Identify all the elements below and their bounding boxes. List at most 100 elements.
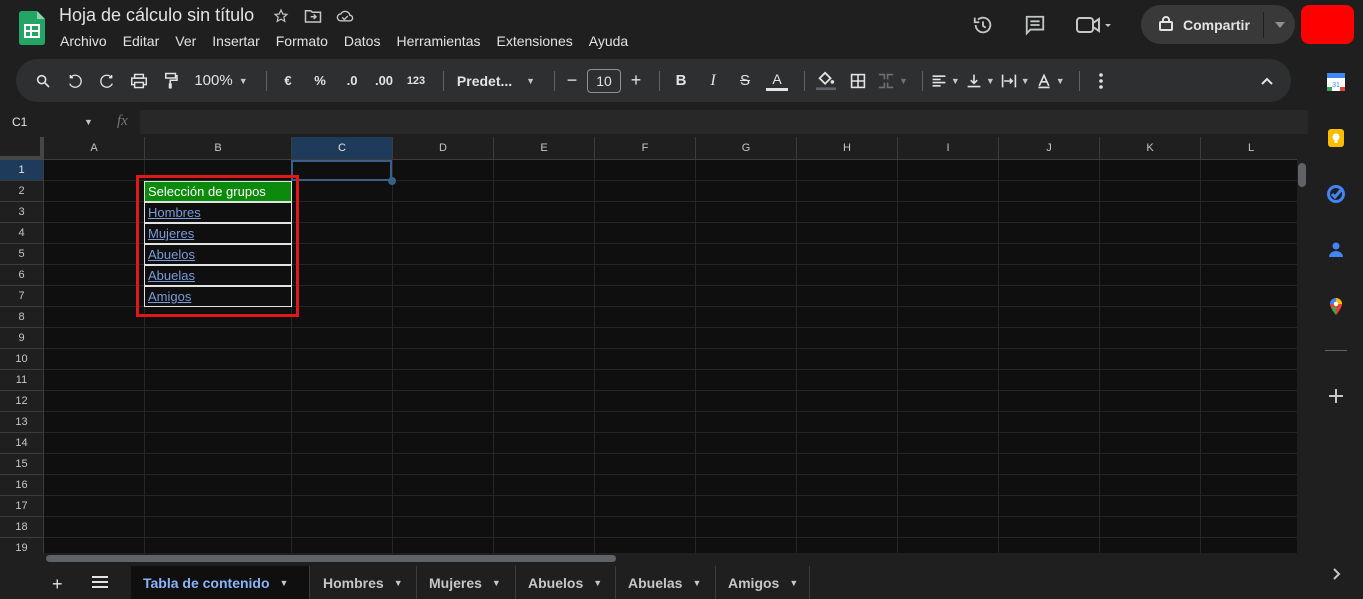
tab-abuelos[interactable]: Abuelos ▼	[516, 566, 616, 599]
row-header-7[interactable]: 7	[0, 286, 44, 307]
search-menus-icon[interactable]	[30, 67, 56, 95]
tab-mujeres[interactable]: Mujeres ▼	[417, 566, 516, 599]
vertical-align-icon[interactable]: ▼	[966, 67, 995, 95]
column-header-d[interactable]: D	[393, 137, 494, 160]
tab-amigos[interactable]: Amigos ▼	[716, 566, 810, 599]
column-header-g[interactable]: G	[696, 137, 797, 160]
decrease-decimals-button[interactable]: .0	[339, 67, 365, 95]
italic-icon[interactable]: I	[700, 67, 726, 95]
text-wrap-icon[interactable]: ▼	[1001, 67, 1030, 95]
row-header-3[interactable]: 3	[0, 202, 44, 223]
column-header-f[interactable]: F	[595, 137, 696, 160]
redo-icon[interactable]	[94, 67, 120, 95]
percent-format-button[interactable]: %	[307, 67, 333, 95]
history-icon[interactable]	[970, 12, 996, 38]
row-header-12[interactable]: 12	[0, 391, 44, 412]
add-sheet-icon[interactable]: +	[52, 574, 63, 595]
row-header-17[interactable]: 17	[0, 496, 44, 517]
spreadsheet-grid[interactable]: A B C D E F G H I J K L 1 2 3 4 5 6 7 8 …	[0, 137, 1297, 553]
collapse-toolbar-icon[interactable]	[1254, 67, 1280, 95]
calendar-icon[interactable]: 31	[1326, 72, 1346, 92]
column-header-b[interactable]: B	[145, 137, 292, 160]
row-header-11[interactable]: 11	[0, 370, 44, 391]
row-header-2[interactable]: 2	[0, 181, 44, 202]
column-header-k[interactable]: K	[1100, 137, 1201, 160]
text-rotation-icon[interactable]: ▼	[1036, 67, 1065, 95]
comments-icon[interactable]	[1022, 12, 1048, 38]
number-format-button[interactable]: 123	[403, 67, 429, 95]
sheets-logo-icon[interactable]	[19, 11, 45, 45]
name-box[interactable]: C1 ▼	[0, 110, 103, 134]
row-header-9[interactable]: 9	[0, 328, 44, 349]
zoom-select[interactable]: 100% ▼	[190, 67, 252, 95]
increase-decimals-button[interactable]: .00	[371, 67, 397, 95]
column-header-j[interactable]: J	[999, 137, 1100, 160]
column-header-e[interactable]: E	[494, 137, 595, 160]
menu-extensiones[interactable]: Extensiones	[496, 33, 572, 49]
meet-icon[interactable]	[1074, 12, 1114, 38]
document-title[interactable]: Hoja de cálculo sin título	[59, 5, 254, 26]
vertical-scroll-thumb[interactable]	[1298, 163, 1306, 187]
maps-icon[interactable]	[1326, 296, 1346, 316]
avatar[interactable]	[1301, 5, 1354, 44]
horizontal-scroll-thumb[interactable]	[46, 555, 616, 562]
menu-datos[interactable]: Datos	[344, 33, 381, 49]
bold-icon[interactable]: B	[668, 67, 694, 95]
menu-ver[interactable]: Ver	[175, 33, 196, 49]
expand-panel-icon[interactable]	[1326, 564, 1346, 584]
horizontal-align-icon[interactable]: ▼	[931, 67, 960, 95]
font-size-input[interactable]: 10	[587, 68, 621, 93]
row-header-5[interactable]: 5	[0, 244, 44, 265]
select-all-corner[interactable]	[0, 137, 44, 160]
row-header-15[interactable]: 15	[0, 454, 44, 475]
fill-color-icon[interactable]	[813, 67, 839, 95]
contacts-icon[interactable]	[1326, 240, 1346, 260]
row-header-14[interactable]: 14	[0, 433, 44, 454]
text-color-icon[interactable]: A	[764, 67, 790, 95]
row-header-16[interactable]: 16	[0, 475, 44, 496]
menu-formato[interactable]: Formato	[276, 33, 328, 49]
column-header-a[interactable]: A	[44, 137, 145, 160]
row-header-18[interactable]: 18	[0, 517, 44, 538]
column-header-h[interactable]: H	[797, 137, 898, 160]
fill-handle[interactable]	[388, 177, 396, 185]
undo-icon[interactable]	[62, 67, 88, 95]
star-icon[interactable]	[272, 7, 290, 25]
row-header-13[interactable]: 13	[0, 412, 44, 433]
menu-insertar[interactable]: Insertar	[212, 33, 259, 49]
row-header-10[interactable]: 10	[0, 349, 44, 370]
cloud-saved-icon[interactable]	[336, 7, 354, 25]
share-dropdown-icon[interactable]	[1264, 5, 1295, 44]
menu-herramientas[interactable]: Herramientas	[396, 33, 480, 49]
formula-input[interactable]	[140, 110, 1308, 134]
column-header-c[interactable]: C	[292, 137, 393, 160]
merge-cells-icon[interactable]: ▼	[877, 67, 908, 95]
tab-tabla-de-contenido[interactable]: Tabla de contenido ▼	[131, 566, 310, 599]
keep-icon[interactable]	[1326, 128, 1346, 148]
tab-abuelas[interactable]: Abuelas ▼	[616, 566, 716, 599]
borders-icon[interactable]	[845, 67, 871, 95]
column-header-l[interactable]: L	[1201, 137, 1297, 160]
share-button[interactable]: Compartir	[1141, 5, 1295, 44]
column-header-i[interactable]: I	[898, 137, 999, 160]
row-header-19[interactable]: 19	[0, 538, 44, 553]
add-addon-icon[interactable]	[1326, 386, 1346, 406]
row-header-8[interactable]: 8	[0, 307, 44, 328]
paint-format-icon[interactable]	[158, 67, 184, 95]
all-sheets-icon[interactable]	[92, 575, 108, 589]
print-icon[interactable]	[126, 67, 152, 95]
decrease-font-size-icon[interactable]: −	[563, 67, 581, 95]
tab-hombres[interactable]: Hombres ▼	[311, 566, 417, 599]
move-folder-icon[interactable]	[304, 7, 322, 25]
menu-archivo[interactable]: Archivo	[60, 33, 107, 49]
increase-font-size-icon[interactable]: +	[627, 67, 645, 95]
row-header-1[interactable]: 1	[0, 160, 44, 181]
menu-ayuda[interactable]: Ayuda	[589, 33, 628, 49]
strikethrough-icon[interactable]: S	[732, 67, 758, 95]
row-header-4[interactable]: 4	[0, 223, 44, 244]
selected-cell-c1[interactable]	[291, 160, 392, 181]
more-options-icon[interactable]	[1088, 67, 1114, 95]
vertical-scrollbar[interactable]	[1297, 137, 1308, 553]
font-select[interactable]: Predet... ▼	[452, 67, 540, 95]
currency-format-button[interactable]: €	[275, 67, 301, 95]
